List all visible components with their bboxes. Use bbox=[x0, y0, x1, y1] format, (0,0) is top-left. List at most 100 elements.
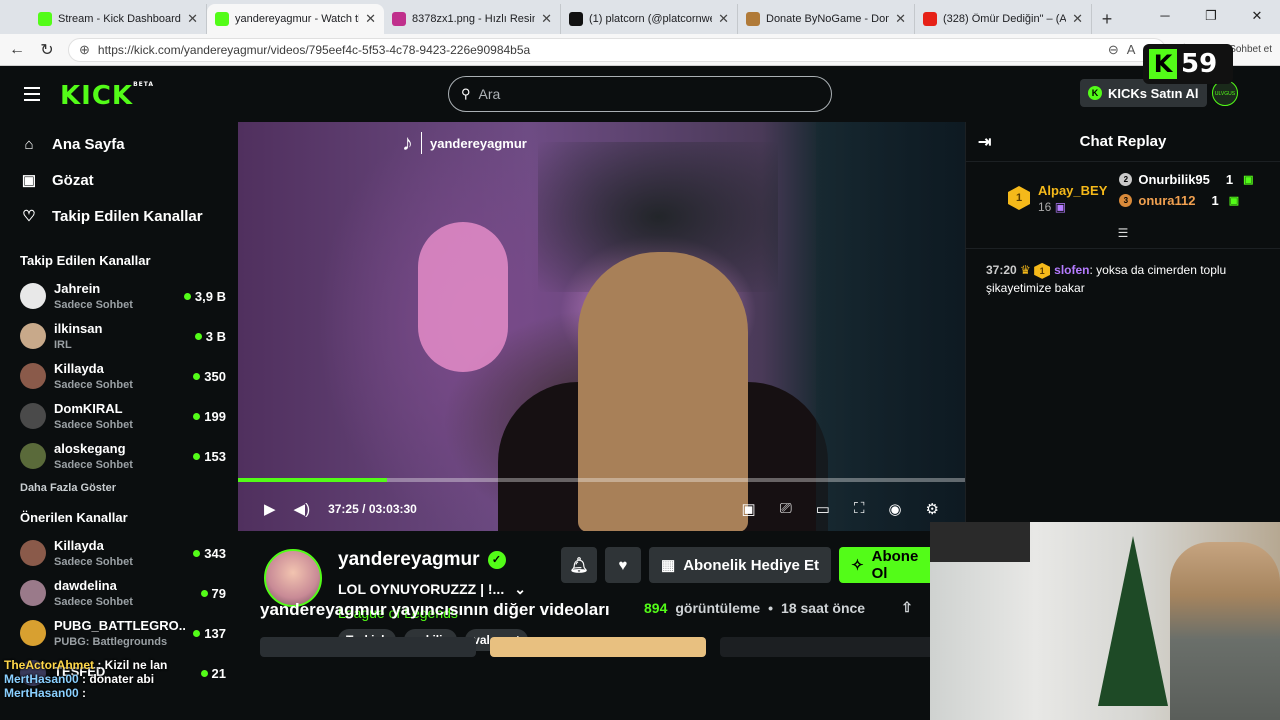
kick-stream-badge: K 59 bbox=[1143, 44, 1233, 84]
chat-expand-icon[interactable]: ☰ bbox=[966, 224, 1280, 249]
channel-avatar bbox=[20, 620, 46, 646]
sidebar-channel-item[interactable]: Killayda Sadece Sohbet 343 bbox=[4, 533, 234, 573]
tab-favicon-icon bbox=[392, 12, 406, 26]
bell-icon: 🔔︎ bbox=[569, 557, 589, 574]
player-right-controls: ▣ ⎚ ▭ ⛶ ◉ ⚙ bbox=[742, 500, 939, 518]
channel-viewers: 199 bbox=[193, 409, 226, 424]
fullscreen-icon[interactable]: ⛶ bbox=[854, 500, 865, 518]
zoom-icon[interactable]: ⊖ bbox=[1108, 42, 1119, 58]
overlay-chat-user: TheActorAhmet bbox=[4, 658, 95, 672]
leaderboard-name[interactable]: Onurbilik95 bbox=[1138, 172, 1210, 187]
channel-viewers: 79 bbox=[201, 586, 226, 601]
channel-info: ilkinsan IRL bbox=[54, 321, 187, 351]
leaderboard-row: 2 Onurbilik95 1 ▣ bbox=[1119, 172, 1254, 187]
sidebar-channel-item[interactable]: dawdelina Sadece Sohbet 79 bbox=[4, 573, 234, 613]
logo-beta: BETA bbox=[133, 81, 155, 88]
sidebar-nav-item[interactable]: ▣ Gözat bbox=[20, 171, 218, 190]
tab-close-icon[interactable]: ✕ bbox=[187, 11, 198, 27]
progress-bar[interactable] bbox=[238, 478, 965, 482]
chat-username[interactable]: slofen bbox=[1054, 263, 1089, 277]
hamburger-menu-icon[interactable] bbox=[24, 87, 40, 101]
channel-category: Sadece Sohbet bbox=[54, 459, 133, 471]
leaderboard-first-name[interactable]: Alpay_BEY bbox=[1038, 183, 1107, 198]
browser-tab[interactable]: (328) Ömür Dediğin" – (Anato ✕ bbox=[915, 4, 1092, 34]
browser-tab[interactable]: (1) platcorn (@platcornweb) / ✕ bbox=[561, 4, 738, 34]
minimize-button[interactable]: ─ bbox=[1142, 0, 1188, 32]
sidebar-main-nav: ⌂ Ana Sayfa ▣ Gözat ♡ Takip Edilen Kanallar bbox=[4, 122, 234, 239]
maximize-button[interactable]: ❐ bbox=[1188, 0, 1234, 32]
show-more-link[interactable]: Daha Fazla Göster bbox=[4, 482, 234, 494]
channel-viewers: 21 bbox=[201, 666, 226, 681]
sidebar-channel-item[interactable]: Jahrein Sadece Sohbet 3,9 B bbox=[4, 276, 234, 316]
browser-tab[interactable]: 8378zx1.png - Hızlı Resim ✕ bbox=[384, 4, 561, 34]
browser-tab[interactable]: yandereyagmur - Watch the V ✕ bbox=[207, 4, 384, 34]
channel-avatar bbox=[20, 580, 46, 606]
new-tab-button[interactable]: + bbox=[1092, 4, 1122, 34]
follow-heart-button[interactable]: ♥ bbox=[605, 547, 641, 583]
search-box[interactable]: ⚲ Ara bbox=[448, 76, 832, 112]
streamer-webcam bbox=[930, 522, 1280, 720]
sidebar-channel-item[interactable]: PUBG_BATTLEGRO... PUBG: Battlegrounds 137 bbox=[4, 613, 234, 653]
site-info-icon[interactable]: ⊕ bbox=[79, 42, 90, 58]
back-button[interactable]: ← bbox=[8, 41, 26, 59]
gift-subscription-button[interactable]: ▦ Abonelik Hediye Et bbox=[649, 547, 832, 583]
tab-close-icon[interactable]: ✕ bbox=[541, 11, 552, 27]
first-count-value: 16 bbox=[1038, 199, 1052, 214]
clip-icon[interactable]: ⎚ bbox=[780, 500, 792, 518]
webcam-shelf bbox=[930, 522, 1030, 562]
gift-icon: ▣ bbox=[1243, 174, 1254, 186]
home-icon: ⌂ bbox=[24, 136, 34, 153]
gift-box-icon: ▦ bbox=[661, 557, 676, 574]
channel-avatar[interactable] bbox=[264, 549, 322, 607]
chevron-down-icon[interactable]: ⌄ bbox=[514, 581, 526, 598]
close-window-button[interactable]: ✕ bbox=[1234, 0, 1280, 32]
leaderboard-name[interactable]: onura112 bbox=[1138, 193, 1195, 208]
tab-title: yandereyagmur - Watch the V bbox=[235, 13, 359, 25]
url-field[interactable]: ⊕ https://kick.com/yandereyagmur/videos/… bbox=[68, 37, 1167, 62]
sidebar-channel-item[interactable]: DomKIRAL Sadece Sohbet 199 bbox=[4, 396, 234, 436]
channel-name[interactable]: yandereyagmur bbox=[338, 549, 480, 571]
tab-close-icon[interactable]: ✕ bbox=[895, 11, 906, 27]
channel-name: ilkinsan bbox=[54, 321, 103, 336]
browser-tab[interactable]: Stream - Kick Dashboard ✕ bbox=[30, 4, 207, 34]
sohbet-label[interactable]: Sohbet et bbox=[1229, 44, 1272, 55]
kick-logo[interactable]: KICKBETA bbox=[60, 81, 154, 111]
overlay-chat-text: : donater abi bbox=[78, 672, 155, 686]
collapse-chat-icon[interactable]: ⇥ bbox=[978, 132, 991, 152]
video-thumbnail[interactable] bbox=[490, 637, 706, 657]
video-thumbnail[interactable] bbox=[720, 637, 936, 657]
tab-close-icon[interactable]: ✕ bbox=[365, 11, 376, 27]
share-icon[interactable]: ⇧ bbox=[901, 599, 913, 616]
settings-gear-icon[interactable]: ⚙ bbox=[926, 500, 939, 518]
channel-name: Jahrein bbox=[54, 281, 101, 296]
address-bar-row: ← ↻ ⊕ https://kick.com/yandereyagmur/vid… bbox=[0, 34, 1280, 66]
miniplayer-icon[interactable]: ▣ bbox=[742, 500, 756, 518]
sidebar-nav-item[interactable]: ♡ Takip Edilen Kanallar bbox=[20, 207, 218, 226]
volume-icon[interactable]: ◀) bbox=[294, 500, 311, 518]
notification-bell-button[interactable]: 🔔︎ bbox=[561, 547, 597, 583]
reload-button[interactable]: ↻ bbox=[38, 40, 56, 60]
user-avatar-label: ULVGUS bbox=[1214, 91, 1236, 97]
sidebar-channel-item[interactable]: Killayda Sadece Sohbet 350 bbox=[4, 356, 234, 396]
sidebar-channel-item[interactable]: ilkinsan IRL 3 B bbox=[4, 316, 234, 356]
theater-mode-icon[interactable]: ▭ bbox=[816, 500, 830, 518]
browser-tab[interactable]: Donate ByNoGame - DomKI ✕ bbox=[738, 4, 915, 34]
sidebar-channel-item[interactable]: aloskegang Sadece Sohbet 153 bbox=[4, 436, 234, 476]
video-title: LOL OYNUYORUZZZ | !... bbox=[338, 581, 505, 597]
rank-badge-icon: 3 bbox=[1119, 194, 1133, 207]
duration: 03:03:30 bbox=[368, 502, 417, 516]
subscribe-button[interactable]: ✧ Abone Ol bbox=[839, 547, 944, 583]
playback-speed-icon[interactable]: ◉ bbox=[888, 500, 901, 518]
recommended-heading: Önerilen Kanallar bbox=[20, 510, 128, 525]
sidebar-nav-item[interactable]: ⌂ Ana Sayfa bbox=[20, 136, 218, 153]
play-icon[interactable]: ▶ bbox=[264, 500, 276, 518]
gift-icon: ▣ bbox=[1228, 195, 1240, 207]
tab-close-icon[interactable]: ✕ bbox=[718, 11, 729, 27]
tab-close-icon[interactable]: ✕ bbox=[1072, 11, 1083, 27]
video-player[interactable]: ♪ yandereyagmur ▶ ◀) 37:25 / 03:03:30 ▣ … bbox=[238, 122, 965, 531]
read-aloud-icon[interactable]: A bbox=[1127, 42, 1136, 57]
gift-subscription-label: Abonelik Hediye Et bbox=[683, 556, 820, 574]
channel-avatar bbox=[20, 283, 46, 309]
video-person bbox=[578, 252, 748, 531]
video-thumbnail[interactable] bbox=[260, 637, 476, 657]
